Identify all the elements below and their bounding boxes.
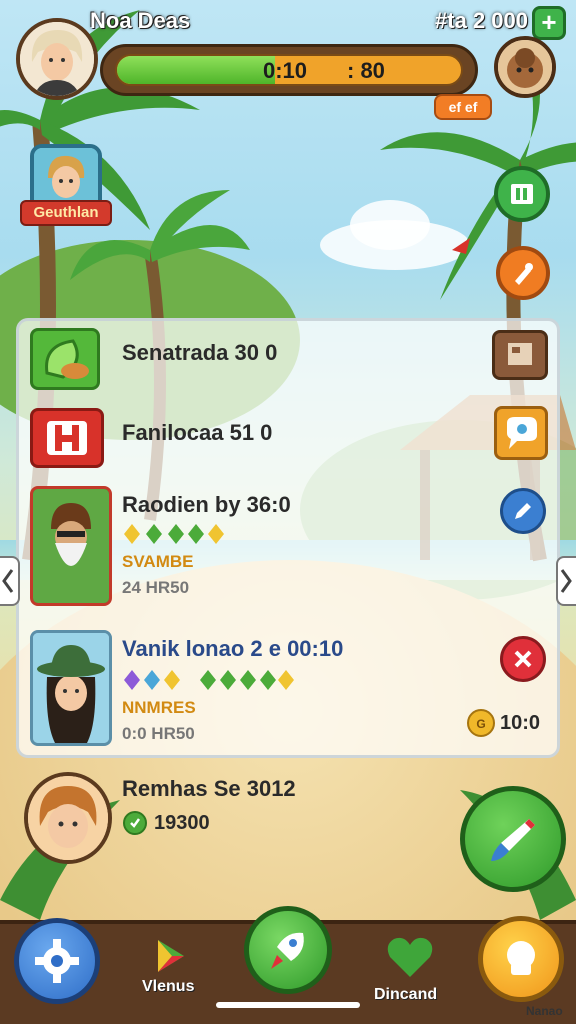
heart-icon	[387, 937, 433, 977]
chevron-left-icon	[2, 569, 14, 593]
corner-label: Nanao	[526, 1004, 563, 1018]
row-3-action-button[interactable]	[500, 488, 546, 534]
row-3-title: Raodien by 36:0	[122, 492, 291, 517]
girl-portrait-icon	[28, 776, 108, 860]
home-indicator[interactable]	[216, 1002, 360, 1008]
progress-text: 0:10	[263, 58, 308, 83]
row-2-action-button[interactable]	[494, 406, 548, 460]
row-4-timer: 0:0 HR50	[122, 724, 195, 743]
bottom-player-score: 19300	[154, 812, 210, 834]
progress-track: 0:10 : 80	[115, 54, 463, 86]
player-avatar[interactable]	[16, 18, 98, 100]
gear-icon	[35, 939, 79, 983]
row-4-portrait-card	[30, 630, 112, 746]
close-icon	[514, 650, 532, 668]
row-1-title: Senatrada 30 0	[122, 340, 278, 365]
crate-icon	[508, 343, 532, 365]
leaf-bag-icon	[45, 339, 89, 379]
nav-friends-button[interactable]	[382, 930, 438, 982]
red-arrow-icon	[452, 238, 470, 254]
row-4-cancel-button[interactable]	[500, 636, 546, 682]
bearded-man-portrait-icon	[33, 489, 109, 603]
svg-text:G: G	[476, 717, 485, 731]
friend-avatar[interactable]	[494, 36, 556, 98]
progress-bar: 0:10 : 80	[100, 44, 478, 96]
chevron-right-icon	[560, 569, 572, 593]
tools-icon	[515, 263, 533, 285]
woman-with-hat-portrait-icon	[33, 633, 109, 743]
play-store-icon	[158, 940, 184, 972]
plus-icon: +	[541, 7, 557, 37]
book-icon	[511, 184, 533, 204]
next-arrow-button[interactable]	[556, 556, 576, 606]
row-4-gem-row-icon	[124, 670, 294, 690]
add-currency-button[interactable]: +	[532, 6, 566, 40]
bottom-player-title: Remhas Se 3012	[122, 776, 296, 801]
pencil-icon	[515, 503, 531, 519]
progress-text-right: : 80	[347, 58, 385, 83]
small-tag[interactable]: ef ef	[434, 94, 492, 120]
row-4-title: Vanik lonao 2 e 00:10	[122, 636, 344, 661]
nav-play-button[interactable]	[146, 934, 194, 978]
row-4-reward: 10:0	[500, 712, 541, 734]
hero-label: Geuthlan	[20, 200, 112, 226]
player-name: Noa Deas	[90, 8, 191, 33]
nav-item-4-label: Dincand	[374, 986, 438, 1003]
row-3-subtitle: SVAMBE	[122, 552, 194, 571]
brush-icon	[491, 819, 535, 861]
green-coin-icon	[123, 811, 147, 835]
hospital-icon	[47, 421, 87, 455]
row-1-action-button[interactable]	[492, 330, 548, 380]
map-button[interactable]	[494, 166, 550, 222]
bottom-player-avatar[interactable]	[24, 772, 112, 864]
tools-button[interactable]	[496, 246, 550, 300]
progress-fill	[117, 56, 276, 84]
chat-icon	[507, 417, 537, 449]
player-portrait-icon	[20, 22, 94, 96]
chef-hat-icon	[507, 941, 535, 975]
settings-button[interactable]	[14, 918, 100, 1004]
row-3-timer: 24 HR50	[122, 578, 190, 597]
rocket-icon	[271, 932, 304, 969]
row-3-portrait-card	[30, 486, 112, 606]
row-3-gem-row-icon	[124, 524, 224, 544]
paint-action-button[interactable]	[460, 786, 566, 892]
monkey-portrait-icon	[498, 40, 552, 94]
row-4-subtitle: NNMRES	[122, 698, 196, 717]
row-2-title: Fanilocaa 51 0	[122, 420, 273, 445]
previous-arrow-button[interactable]	[0, 556, 20, 606]
nav-item-2-label: Vlenus	[142, 978, 195, 995]
row-1-icon-tile	[30, 328, 100, 390]
currency-amount: #ta 2 000	[435, 8, 528, 33]
coin-icon: G	[467, 709, 495, 737]
nav-launch-button[interactable]	[244, 906, 332, 994]
row-2-icon-tile	[30, 408, 104, 468]
profile-button[interactable]	[478, 916, 564, 1002]
